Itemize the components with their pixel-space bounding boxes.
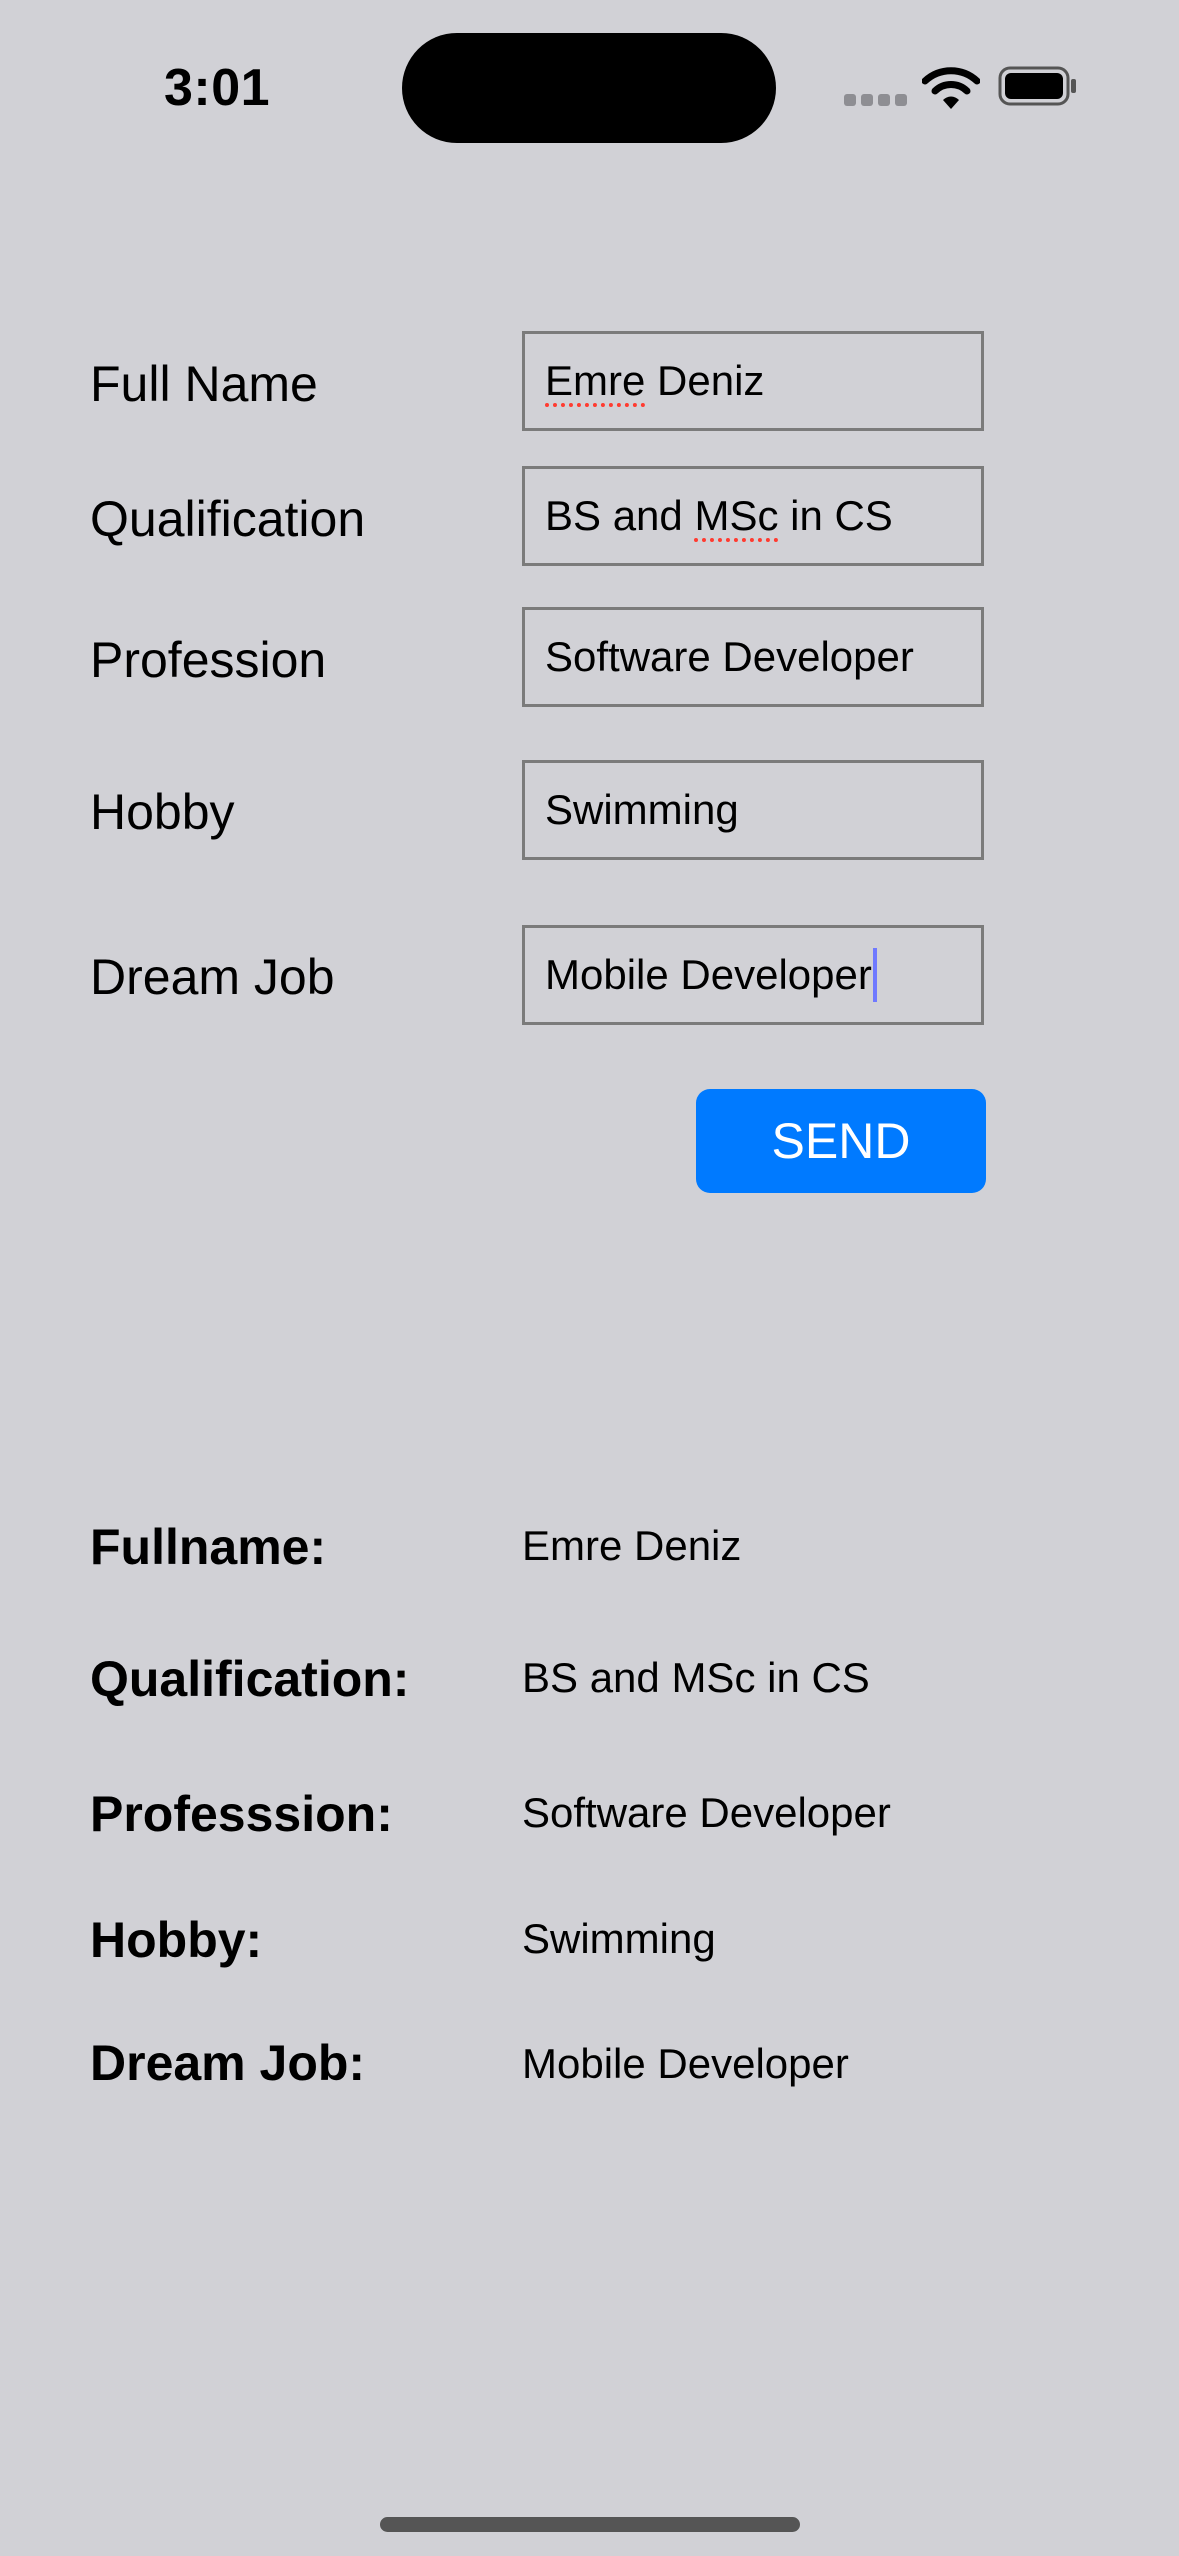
- spellcheck-word: MSc: [694, 492, 779, 539]
- profession-label: Profession: [90, 632, 327, 688]
- hobby-field-value: Swimming: [545, 786, 739, 833]
- result-profession-value: Software Developer: [522, 1789, 891, 1836]
- result-profession-label: Professsion:: [90, 1786, 393, 1842]
- profession-field-value: Software Developer: [545, 633, 914, 680]
- result-dream-job-label: Dream Job:: [90, 2035, 366, 2091]
- qualification-label: Qualification: [90, 491, 366, 547]
- dream-job-field-value: Mobile Developer: [545, 951, 872, 998]
- result-qualification-value: BS and MSc in CS: [522, 1654, 870, 1701]
- full-name-field[interactable]: Emre Deniz: [522, 331, 984, 431]
- profession-field[interactable]: Software Developer: [522, 607, 984, 707]
- status-time: 3:01: [164, 59, 271, 117]
- result-qualification-label: Qualification:: [90, 1651, 410, 1707]
- hobby-field[interactable]: Swimming: [522, 760, 984, 860]
- home-indicator[interactable]: [380, 2517, 800, 2532]
- dynamic-island: [402, 33, 776, 143]
- dream-job-field[interactable]: Mobile Developer: [522, 925, 984, 1025]
- qualification-field[interactable]: BS and MSc in CS: [522, 466, 984, 566]
- result-full-name-label: Fullname:: [90, 1519, 327, 1575]
- dream-job-label: Dream Job: [90, 949, 335, 1005]
- result-dream-job-value: Mobile Developer: [522, 2040, 849, 2087]
- battery-icon: [998, 66, 1076, 106]
- hobby-label: Hobby: [90, 784, 235, 840]
- full-name-label: Full Name: [90, 356, 318, 412]
- result-hobby-label: Hobby:: [90, 1912, 263, 1968]
- wifi-icon: [922, 67, 980, 109]
- text-cursor: [872, 948, 877, 1002]
- result-hobby-value: Swimming: [522, 1915, 716, 1962]
- cellular-signal-icon: [844, 94, 907, 108]
- result-full-name-value: Emre Deniz: [522, 1522, 742, 1569]
- send-button[interactable]: SEND: [696, 1089, 986, 1193]
- spellcheck-word: Emre: [545, 357, 646, 404]
